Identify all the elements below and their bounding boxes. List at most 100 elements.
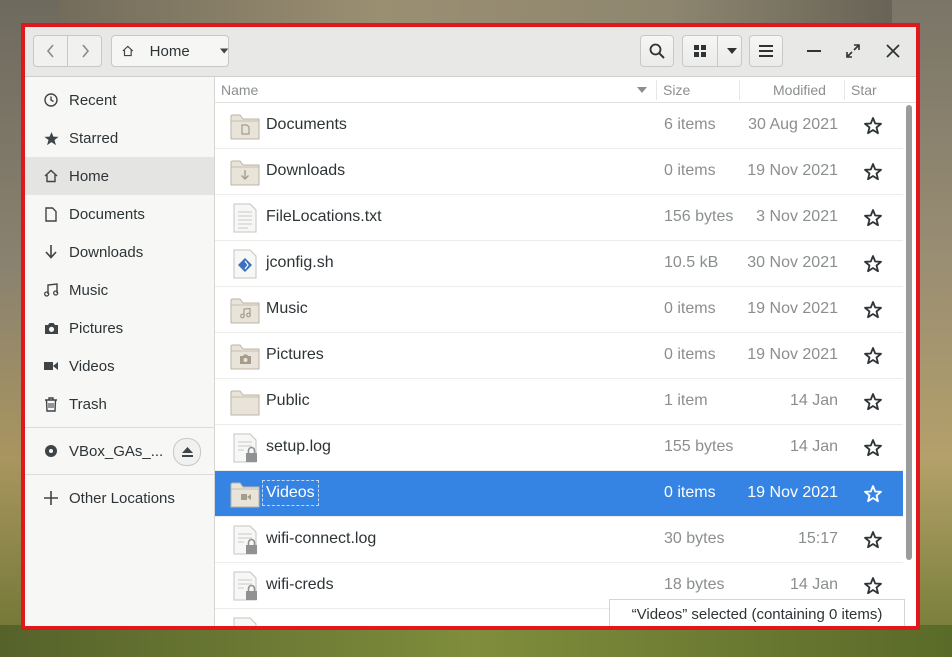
sidebar-item-downloads[interactable]: Downloads [25,233,214,271]
sidebar-item-label: Trash [69,395,107,413]
star-toggle-icon[interactable] [863,162,883,182]
column-star[interactable]: Star [851,82,877,98]
navigation-buttons [33,35,102,67]
grid-view-icon [694,45,706,57]
folder-pictures-icon [230,344,260,370]
file-row[interactable]: wifi-connect.log 30 bytes 15:17 [215,517,903,563]
column-size[interactable]: Size [663,82,690,98]
home-icon [39,169,63,183]
home-icon [122,45,134,57]
file-size: 0 items [664,300,716,317]
sidebar-item-trash[interactable]: Trash [25,385,214,423]
locked-file-icon [233,433,257,463]
eject-icon [181,447,193,457]
file-size: 155 bytes [664,438,734,455]
star-toggle-icon[interactable] [863,208,883,228]
forward-button[interactable] [68,36,101,66]
places-sidebar: Recent Starred Home Documents Downloads … [25,77,215,626]
sidebar-separator [25,427,214,428]
column-modified[interactable]: Modified [773,82,826,98]
chevron-right-icon [81,44,89,58]
download-icon [39,245,63,259]
file-row[interactable]: FileLocations.txt 156 bytes 3 Nov 2021 [215,195,903,241]
star-toggle-icon[interactable] [863,300,883,320]
file-manager-window: Home Recent Starred Home Documents Downl… [21,23,920,630]
file-size: 30 bytes [664,530,725,547]
sidebar-item-videos[interactable]: Videos [25,347,214,385]
menu-button[interactable] [749,35,783,67]
star-toggle-icon[interactable] [863,484,883,504]
sidebar-item-label: VBox_GAs_... [69,442,164,460]
camera-icon [39,322,63,335]
star-toggle-icon[interactable] [863,392,883,412]
star-toggle-icon[interactable] [863,438,883,458]
text-file-icon [233,203,257,233]
file-row[interactable]: Music 0 items 19 Nov 2021 [215,287,903,333]
file-modified: 19 Nov 2021 [747,162,838,179]
file-size: 6 items [664,116,716,133]
sidebar-item-label: Music [69,281,109,299]
file-modified: 30 Aug 2021 [748,116,838,133]
file-name: wifi-creds [266,576,334,593]
file-modified: 19 Nov 2021 [747,300,838,317]
trash-icon [39,396,63,412]
eject-button[interactable] [173,438,201,466]
star-toggle-icon[interactable] [863,116,883,136]
search-icon [649,43,665,59]
file-name: Music [266,300,308,317]
sidebar-item-recent[interactable]: Recent [25,81,214,119]
file-modified: 30 Nov 2021 [747,254,838,271]
sidebar-item-pictures[interactable]: Pictures [25,309,214,347]
video-icon [39,360,63,372]
file-modified: 14 Jan [789,392,838,409]
document-icon [39,206,63,222]
file-name: Public [266,392,310,409]
sidebar-item-label: Other Locations [69,489,175,507]
path-label: Home [149,42,190,60]
star-icon [39,131,63,146]
plus-icon [39,491,63,505]
sidebar-item-label: Videos [69,357,115,375]
dropdown-arrow-icon [219,48,228,54]
view-toggle-button[interactable] [682,35,742,67]
vertical-scrollbar[interactable] [906,105,912,560]
sidebar-item-music[interactable]: Music [25,271,214,309]
sidebar-item-other-locations[interactable]: Other Locations [25,479,214,517]
maximize-button[interactable] [836,35,870,67]
star-toggle-icon[interactable] [863,346,883,366]
disc-icon [39,444,63,458]
sidebar-item-home[interactable]: Home [25,157,214,195]
close-icon [886,44,900,58]
sidebar-item-device[interactable]: VBox_GAs_... [25,432,214,470]
file-name: jconfig.sh [266,254,334,271]
minimize-icon [807,50,821,52]
file-row[interactable]: Public 1 item 14 Jan [215,379,903,425]
file-size: 0 items [664,162,716,179]
button-separator [717,36,718,66]
file-modified: 3 Nov 2021 [756,208,838,225]
close-button[interactable] [876,35,910,67]
file-row[interactable]: Pictures 0 items 19 Nov 2021 [215,333,903,379]
file-size: 1 item [664,392,708,409]
file-row[interactable]: setup.log 155 bytes 14 Jan [215,425,903,471]
minimize-button[interactable] [797,35,831,67]
music-icon [39,283,63,297]
sidebar-item-label: Documents [69,205,145,223]
star-toggle-icon[interactable] [863,576,883,596]
file-row[interactable]: jconfig.sh 10.5 kB 30 Nov 2021 [215,241,903,287]
star-toggle-icon[interactable] [863,530,883,550]
path-bar-home[interactable]: Home [111,35,229,67]
file-row[interactable]: Documents 6 items 30 Aug 2021 [215,103,903,149]
file-row[interactable]: Downloads 0 items 19 Nov 2021 [215,149,903,195]
sidebar-item-label: Downloads [69,243,144,261]
back-button[interactable] [34,36,68,66]
sidebar-item-documents[interactable]: Documents [25,195,214,233]
sidebar-item-label: Recent [69,91,117,109]
sidebar-item-label: Starred [69,129,119,147]
sidebar-item-starred[interactable]: Starred [25,119,214,157]
search-button[interactable] [640,35,674,67]
file-row[interactable]: Videos 0 items 19 Nov 2021 [215,471,903,517]
file-name: wifi-connect.log [266,530,377,547]
star-toggle-icon[interactable] [863,254,883,274]
column-name[interactable]: Name [221,82,258,98]
